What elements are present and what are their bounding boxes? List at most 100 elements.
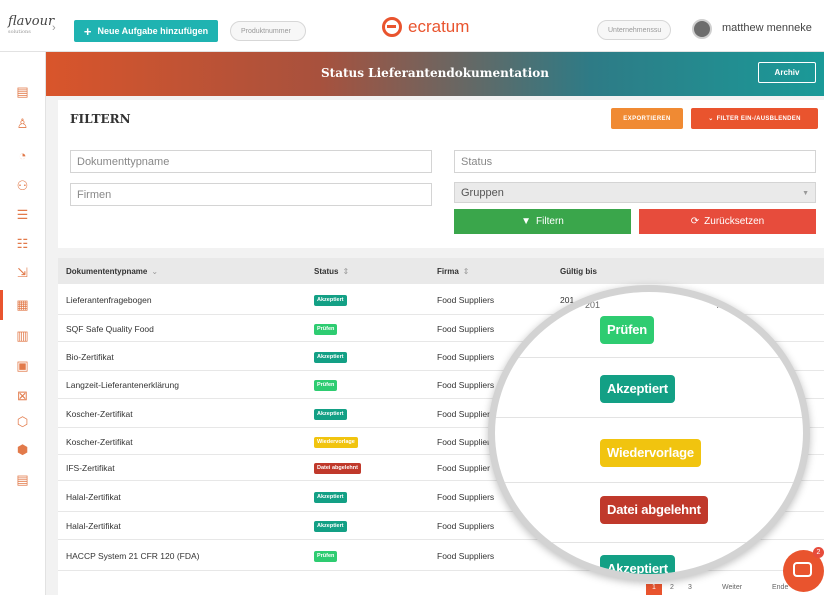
status-badge: Datei abgelehnt (314, 463, 361, 474)
settings-icon[interactable]: ⬢ (15, 442, 30, 457)
page-3-button[interactable]: 3 (682, 584, 698, 595)
gear-icon[interactable]: ⬡ (15, 414, 30, 429)
doc-type-cell[interactable]: Bio-Zertifikat (66, 352, 114, 362)
column-header-doctype[interactable]: Dokumententypname ⌄ (66, 267, 158, 276)
export-button[interactable]: EXPORTIEREN (611, 108, 683, 129)
add-task-button[interactable]: + Neue Aufgabe hinzufügen (74, 20, 218, 42)
company-cell: Food Supplier (437, 437, 490, 447)
company-cell: Food Suppliers (437, 295, 495, 305)
dashboard-icon[interactable]: ▤ (15, 84, 30, 99)
plus-icon: + (83, 23, 92, 39)
filter-button-label: Filtern (536, 216, 564, 227)
company-cell: Food Suppliers (437, 521, 495, 531)
page-1-button[interactable]: 1 (646, 584, 662, 595)
doc-type-cell[interactable]: Langzeit-Lieferantenerklärung (66, 380, 179, 390)
report-icon[interactable]: ▤ (15, 472, 30, 487)
doc-type-cell[interactable]: SQF Safe Quality Food (66, 324, 154, 334)
magnified-status-badge: Akzeptiert (600, 375, 675, 403)
groups-select[interactable]: Gruppen ▼ (454, 182, 816, 203)
column-header-company[interactable]: Firma ⇕ (437, 267, 470, 276)
column-header-valid-until[interactable]: Gültig bis (560, 267, 597, 276)
chevron-right-icon[interactable]: › (52, 22, 56, 34)
doc-type-input[interactable]: Dokumenttypname (70, 150, 432, 173)
toggle-filter-label: FILTER EIN-/AUSBLENDEN (716, 115, 801, 122)
divider (495, 542, 803, 543)
network-icon[interactable]: ⚇ (15, 178, 30, 193)
column-label: Gültig bis (560, 267, 597, 276)
company-input[interactable]: Firmen (70, 183, 432, 206)
column-label: Dokumententypname (66, 267, 148, 276)
chevron-down-icon: ⌄ (708, 116, 714, 122)
status-badge: Akzeptiert (314, 521, 347, 532)
groups-value: Gruppen (461, 186, 504, 199)
divider (495, 357, 803, 358)
next-page-button[interactable]: Weiter (722, 584, 742, 595)
sidebar-active-indicator (0, 290, 3, 320)
company-search-placeholder: Unternehmenssu (608, 26, 662, 34)
list-icon[interactable]: ☰ (15, 207, 30, 222)
doc-type-placeholder: Dokumenttypname (77, 155, 170, 168)
status-input[interactable]: Status (454, 150, 816, 173)
doc-type-cell[interactable]: Lieferantenfragebogen (66, 295, 152, 305)
users-icon[interactable]: ♙ (15, 116, 30, 131)
doc-type-cell[interactable]: Koscher-Zertifikat (66, 437, 133, 447)
sort-icon: ⇕ (342, 267, 350, 276)
product-search-input[interactable]: Produktnummer (230, 21, 306, 41)
product-search-placeholder: Produktnummer (241, 27, 291, 35)
last-page-button[interactable]: Ende (772, 584, 788, 595)
company-cell: Food Suppliers (437, 551, 495, 561)
magnified-status-badge: Datei abgelehnt (600, 496, 708, 524)
reset-button-label: Zurücksetzen (704, 216, 765, 227)
status-badge: Akzeptiert (314, 295, 347, 306)
divider (495, 417, 803, 418)
table-header: Dokumententypname ⌄ Status ⇕ Firma ⇕ Gültig… (58, 258, 824, 284)
valid-until-text: 201 (585, 300, 601, 310)
row-action-text: Aufgabe (717, 300, 751, 310)
sort-icon: ⇕ (462, 267, 470, 276)
chat-icon (793, 562, 812, 577)
page-header-banner: Status Lieferantendokumentation Archiv (46, 52, 824, 96)
status-badge: Prüfen (314, 551, 338, 562)
page-2-button[interactable]: 2 (664, 584, 680, 595)
top-bar: flavour solutions › + Neue Aufgabe hinzu… (0, 0, 824, 52)
refresh-icon: ⟳ (690, 216, 700, 227)
sidebar: ▤ ♙ ◔ ⚇ ☰ ☷ ⇲ ▦ ▥ ▣ ⊠ ⬡ ⬢ ▤ (0, 52, 46, 595)
dropdown-arrow-icon: ▼ (802, 190, 809, 197)
chat-badge: 2 (813, 547, 824, 558)
company-placeholder: Firmen (77, 188, 112, 201)
username[interactable]: matthew menneke (722, 22, 812, 34)
clock-icon[interactable]: ◔ (15, 148, 30, 163)
page-title: Status Lieferantendokumentation (321, 66, 549, 80)
reset-button[interactable]: ⟳ Zurücksetzen (639, 209, 816, 234)
company-cell: Food Suppliers (437, 352, 495, 362)
doc-type-cell[interactable]: Halal-Zertifikat (66, 521, 121, 531)
status-badge: Akzeptiert (314, 352, 347, 363)
company-search-input[interactable]: Unternehmenssu (597, 20, 671, 40)
status-badge: Wiedervorlage (314, 437, 358, 448)
status-badge: Akzeptiert (314, 492, 347, 503)
doc-type-cell[interactable]: Koscher-Zertifikat (66, 409, 133, 419)
doc-type-cell[interactable]: IFS-Zertifikat (66, 463, 115, 473)
checklist-icon[interactable]: ☷ (15, 236, 30, 251)
column-header-status[interactable]: Status ⇕ (314, 267, 349, 276)
toggle-filter-button[interactable]: ⌄ FILTER EIN-/AUSBLENDEN (691, 108, 818, 129)
filter-title: FILTERN (70, 112, 131, 126)
box-x-icon[interactable]: ⊠ (15, 388, 30, 403)
doc-type-cell[interactable]: Halal-Zertifikat (66, 492, 121, 502)
magnified-status-badge: Wiedervorlage (600, 439, 701, 467)
document-list-icon[interactable]: ▥ (15, 328, 30, 343)
doc-type-cell[interactable]: HACCP System 21 CFR 120 (FDA) (66, 551, 200, 561)
filter-button[interactable]: ▼ Filtern (454, 209, 631, 234)
filter-panel: FILTERN EXPORTIEREN ⌄ FILTER EIN-/AUSBLE… (58, 100, 824, 248)
box-icon[interactable]: ▣ (15, 358, 30, 373)
export-icon[interactable]: ⇲ (15, 265, 30, 280)
archive-button[interactable]: Archiv (758, 62, 816, 83)
add-task-label: Neue Aufgabe hinzufügen (97, 26, 209, 36)
document-icon[interactable]: ▦ (15, 297, 30, 312)
status-badge: Prüfen (314, 380, 338, 391)
user-avatar[interactable] (692, 19, 712, 39)
status-badge: Akzeptiert (314, 409, 347, 420)
flavour-logo[interactable]: flavour solutions (8, 15, 54, 38)
column-label: Status (314, 267, 339, 276)
column-label: Firma (437, 267, 459, 276)
